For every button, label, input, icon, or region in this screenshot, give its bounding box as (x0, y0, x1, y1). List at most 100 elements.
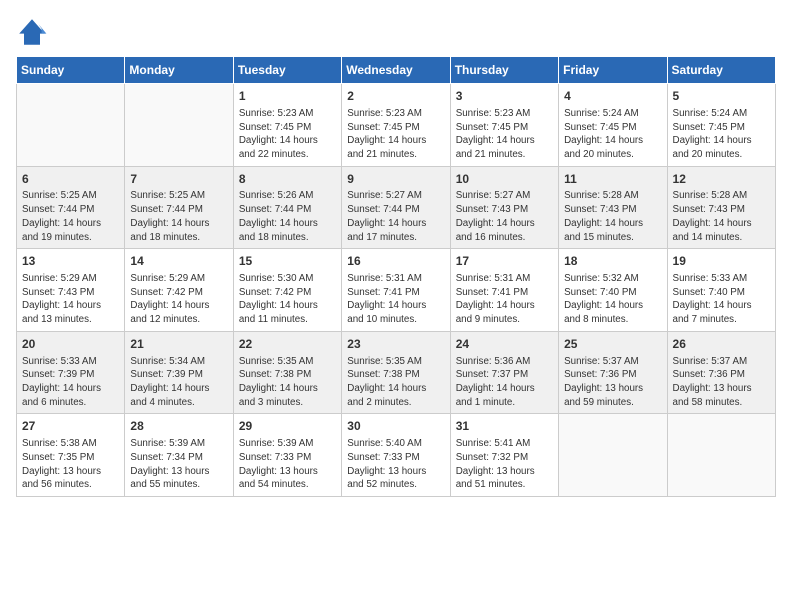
day-number: 2 (347, 88, 444, 105)
day-info: Sunrise: 5:39 AM Sunset: 7:33 PM Dayligh… (239, 437, 336, 492)
calendar-day-cell: 1 Sunrise: 5:23 AM Sunset: 7:45 PM Daylig… (233, 84, 341, 167)
day-number: 25 (564, 336, 661, 353)
day-info: Sunrise: 5:35 AM Sunset: 7:38 PM Dayligh… (347, 355, 444, 410)
calendar-day-cell: 22Sunrise: 5:35 AM Sunset: 7:38 PM Dayli… (233, 331, 341, 414)
calendar-header-row: SundayMondayTuesdayWednesdayThursdayFrid… (17, 57, 776, 84)
day-info: Sunrise: 5:41 AM Sunset: 7:32 PM Dayligh… (456, 437, 553, 492)
calendar-day-cell: 24 Sunrise: 5:36 AM Sunset: 7:37 PM Dayli… (450, 331, 558, 414)
calendar-day-cell (667, 414, 775, 497)
calendar-day-cell: 21 Sunrise: 5:34 AM Sunset: 7:39 PM Dayli… (125, 331, 233, 414)
day-info: Sunrise: 5:30 AM Sunset: 7:42 PM Dayligh… (239, 272, 336, 327)
calendar-day-cell: 26 Sunrise: 5:37 AM Sunset: 7:36 PM Dayli… (667, 331, 775, 414)
calendar-day-cell: 18 Sunrise: 5:32 AM Sunset: 7:40 PM Dayli… (559, 249, 667, 332)
day-info: Sunrise: 5:23 AM Sunset: 7:45 PM Dayligh… (239, 107, 336, 162)
day-info: Sunrise: 5:27 AM Sunset: 7:44 PM Dayligh… (347, 189, 444, 244)
calendar-table: SundayMondayTuesdayWednesdayThursdayFrid… (16, 56, 776, 497)
calendar-day-cell: 4 Sunrise: 5:24 AM Sunset: 7:45 PM Daylig… (559, 84, 667, 167)
day-number: 19 (673, 253, 770, 270)
day-number: 26 (673, 336, 770, 353)
day-number: 1 (239, 88, 336, 105)
weekday-header: Thursday (450, 57, 558, 84)
day-number: 20 (22, 336, 119, 353)
day-info: Sunrise: 5:24 AM Sunset: 7:45 PM Dayligh… (564, 107, 661, 162)
day-info: Sunrise: 5:26 AM Sunset: 7:44 PM Dayligh… (239, 189, 336, 244)
calendar-week-row: 6Sunrise: 5:25 AM Sunset: 7:44 PM Daylig… (17, 166, 776, 249)
weekday-header: Saturday (667, 57, 775, 84)
day-number: 15 (239, 253, 336, 270)
calendar-day-cell: 27Sunrise: 5:38 AM Sunset: 7:35 PM Dayli… (17, 414, 125, 497)
day-info: Sunrise: 5:34 AM Sunset: 7:39 PM Dayligh… (130, 355, 227, 410)
calendar-day-cell: 3Sunrise: 5:23 AM Sunset: 7:45 PM Daylig… (450, 84, 558, 167)
day-info: Sunrise: 5:38 AM Sunset: 7:35 PM Dayligh… (22, 437, 119, 492)
day-info: Sunrise: 5:31 AM Sunset: 7:41 PM Dayligh… (456, 272, 553, 327)
calendar-day-cell: 19 Sunrise: 5:33 AM Sunset: 7:40 PM Dayli… (667, 249, 775, 332)
calendar-week-row: 27Sunrise: 5:38 AM Sunset: 7:35 PM Dayli… (17, 414, 776, 497)
day-number: 31 (456, 418, 553, 435)
day-info: Sunrise: 5:31 AM Sunset: 7:41 PM Dayligh… (347, 272, 444, 327)
day-number: 8 (239, 171, 336, 188)
calendar-day-cell: 14 Sunrise: 5:29 AM Sunset: 7:42 PM Dayli… (125, 249, 233, 332)
day-info: Sunrise: 5:37 AM Sunset: 7:36 PM Dayligh… (564, 355, 661, 410)
weekday-header: Sunday (17, 57, 125, 84)
day-number: 10 (456, 171, 553, 188)
calendar-day-cell: 29 Sunrise: 5:39 AM Sunset: 7:33 PM Dayli… (233, 414, 341, 497)
day-number: 21 (130, 336, 227, 353)
day-number: 12 (673, 171, 770, 188)
day-number: 28 (130, 418, 227, 435)
day-info: Sunrise: 5:39 AM Sunset: 7:34 PM Dayligh… (130, 437, 227, 492)
day-number: 30 (347, 418, 444, 435)
calendar-week-row: 13Sunrise: 5:29 AM Sunset: 7:43 PM Dayli… (17, 249, 776, 332)
day-info: Sunrise: 5:33 AM Sunset: 7:40 PM Dayligh… (673, 272, 770, 327)
day-info: Sunrise: 5:37 AM Sunset: 7:36 PM Dayligh… (673, 355, 770, 410)
day-number: 14 (130, 253, 227, 270)
logo (16, 16, 52, 48)
calendar-day-cell: 2 Sunrise: 5:23 AM Sunset: 7:45 PM Daylig… (342, 84, 450, 167)
weekday-header: Wednesday (342, 57, 450, 84)
day-info: Sunrise: 5:25 AM Sunset: 7:44 PM Dayligh… (22, 189, 119, 244)
day-number: 17 (456, 253, 553, 270)
day-number: 13 (22, 253, 119, 270)
calendar-day-cell: 5Sunrise: 5:24 AM Sunset: 7:45 PM Daylig… (667, 84, 775, 167)
calendar-day-cell (559, 414, 667, 497)
day-info: Sunrise: 5:23 AM Sunset: 7:45 PM Dayligh… (456, 107, 553, 162)
calendar-day-cell: 31 Sunrise: 5:41 AM Sunset: 7:32 PM Dayli… (450, 414, 558, 497)
calendar-day-cell: 6Sunrise: 5:25 AM Sunset: 7:44 PM Daylig… (17, 166, 125, 249)
calendar-day-cell: 9Sunrise: 5:27 AM Sunset: 7:44 PM Daylig… (342, 166, 450, 249)
day-number: 7 (130, 171, 227, 188)
calendar-day-cell (17, 84, 125, 167)
day-number: 29 (239, 418, 336, 435)
day-info: Sunrise: 5:28 AM Sunset: 7:43 PM Dayligh… (673, 189, 770, 244)
logo-icon (16, 16, 48, 48)
day-number: 22 (239, 336, 336, 353)
calendar-day-cell: 10Sunrise: 5:27 AM Sunset: 7:43 PM Dayli… (450, 166, 558, 249)
day-number: 23 (347, 336, 444, 353)
day-info: Sunrise: 5:32 AM Sunset: 7:40 PM Dayligh… (564, 272, 661, 327)
day-number: 5 (673, 88, 770, 105)
calendar-day-cell: 16Sunrise: 5:31 AM Sunset: 7:41 PM Dayli… (342, 249, 450, 332)
calendar-day-cell: 17 Sunrise: 5:31 AM Sunset: 7:41 PM Dayli… (450, 249, 558, 332)
day-info: Sunrise: 5:29 AM Sunset: 7:42 PM Dayligh… (130, 272, 227, 327)
calendar-day-cell: 30 Sunrise: 5:40 AM Sunset: 7:33 PM Dayli… (342, 414, 450, 497)
calendar-day-cell: 25 Sunrise: 5:37 AM Sunset: 7:36 PM Dayli… (559, 331, 667, 414)
calendar-week-row: 20 Sunrise: 5:33 AM Sunset: 7:39 PM Dayli… (17, 331, 776, 414)
day-number: 24 (456, 336, 553, 353)
calendar-day-cell: 13Sunrise: 5:29 AM Sunset: 7:43 PM Dayli… (17, 249, 125, 332)
page-header (16, 16, 776, 48)
day-number: 6 (22, 171, 119, 188)
day-info: Sunrise: 5:28 AM Sunset: 7:43 PM Dayligh… (564, 189, 661, 244)
day-number: 4 (564, 88, 661, 105)
day-info: Sunrise: 5:40 AM Sunset: 7:33 PM Dayligh… (347, 437, 444, 492)
day-number: 9 (347, 171, 444, 188)
day-info: Sunrise: 5:23 AM Sunset: 7:45 PM Dayligh… (347, 107, 444, 162)
calendar-day-cell (125, 84, 233, 167)
day-info: Sunrise: 5:33 AM Sunset: 7:39 PM Dayligh… (22, 355, 119, 410)
day-info: Sunrise: 5:36 AM Sunset: 7:37 PM Dayligh… (456, 355, 553, 410)
calendar-day-cell: 23 Sunrise: 5:35 AM Sunset: 7:38 PM Dayli… (342, 331, 450, 414)
weekday-header: Friday (559, 57, 667, 84)
weekday-header: Monday (125, 57, 233, 84)
day-info: Sunrise: 5:27 AM Sunset: 7:43 PM Dayligh… (456, 189, 553, 244)
day-number: 18 (564, 253, 661, 270)
calendar-day-cell: 8Sunrise: 5:26 AM Sunset: 7:44 PM Daylig… (233, 166, 341, 249)
day-info: Sunrise: 5:25 AM Sunset: 7:44 PM Dayligh… (130, 189, 227, 244)
calendar-day-cell: 20 Sunrise: 5:33 AM Sunset: 7:39 PM Dayli… (17, 331, 125, 414)
